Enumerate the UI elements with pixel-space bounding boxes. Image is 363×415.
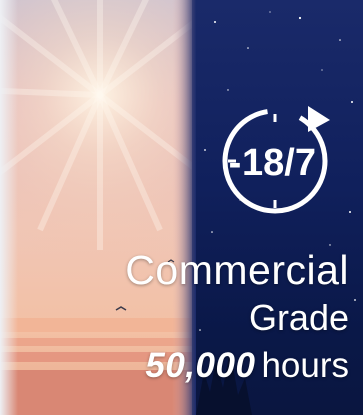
grade-line-1: Commercial — [125, 247, 349, 293]
grade-line-2: Grade — [248, 297, 349, 338]
hours-value: 50,000 — [145, 346, 256, 385]
left-fade — [0, 0, 18, 415]
hours-unit: hours — [261, 346, 349, 385]
feature-text: Commercial Grade 50,000 hours — [125, 248, 349, 388]
schedule-dash: - — [229, 142, 242, 184]
feature-card: 18/7 - Commercial Grade 50,000 hours — [0, 0, 363, 415]
clock-cycle-icon: 18/7 - — [222, 106, 330, 214]
schedule-label: 18/7 — [242, 142, 316, 184]
hours-line: 50,000 hours — [125, 344, 349, 388]
